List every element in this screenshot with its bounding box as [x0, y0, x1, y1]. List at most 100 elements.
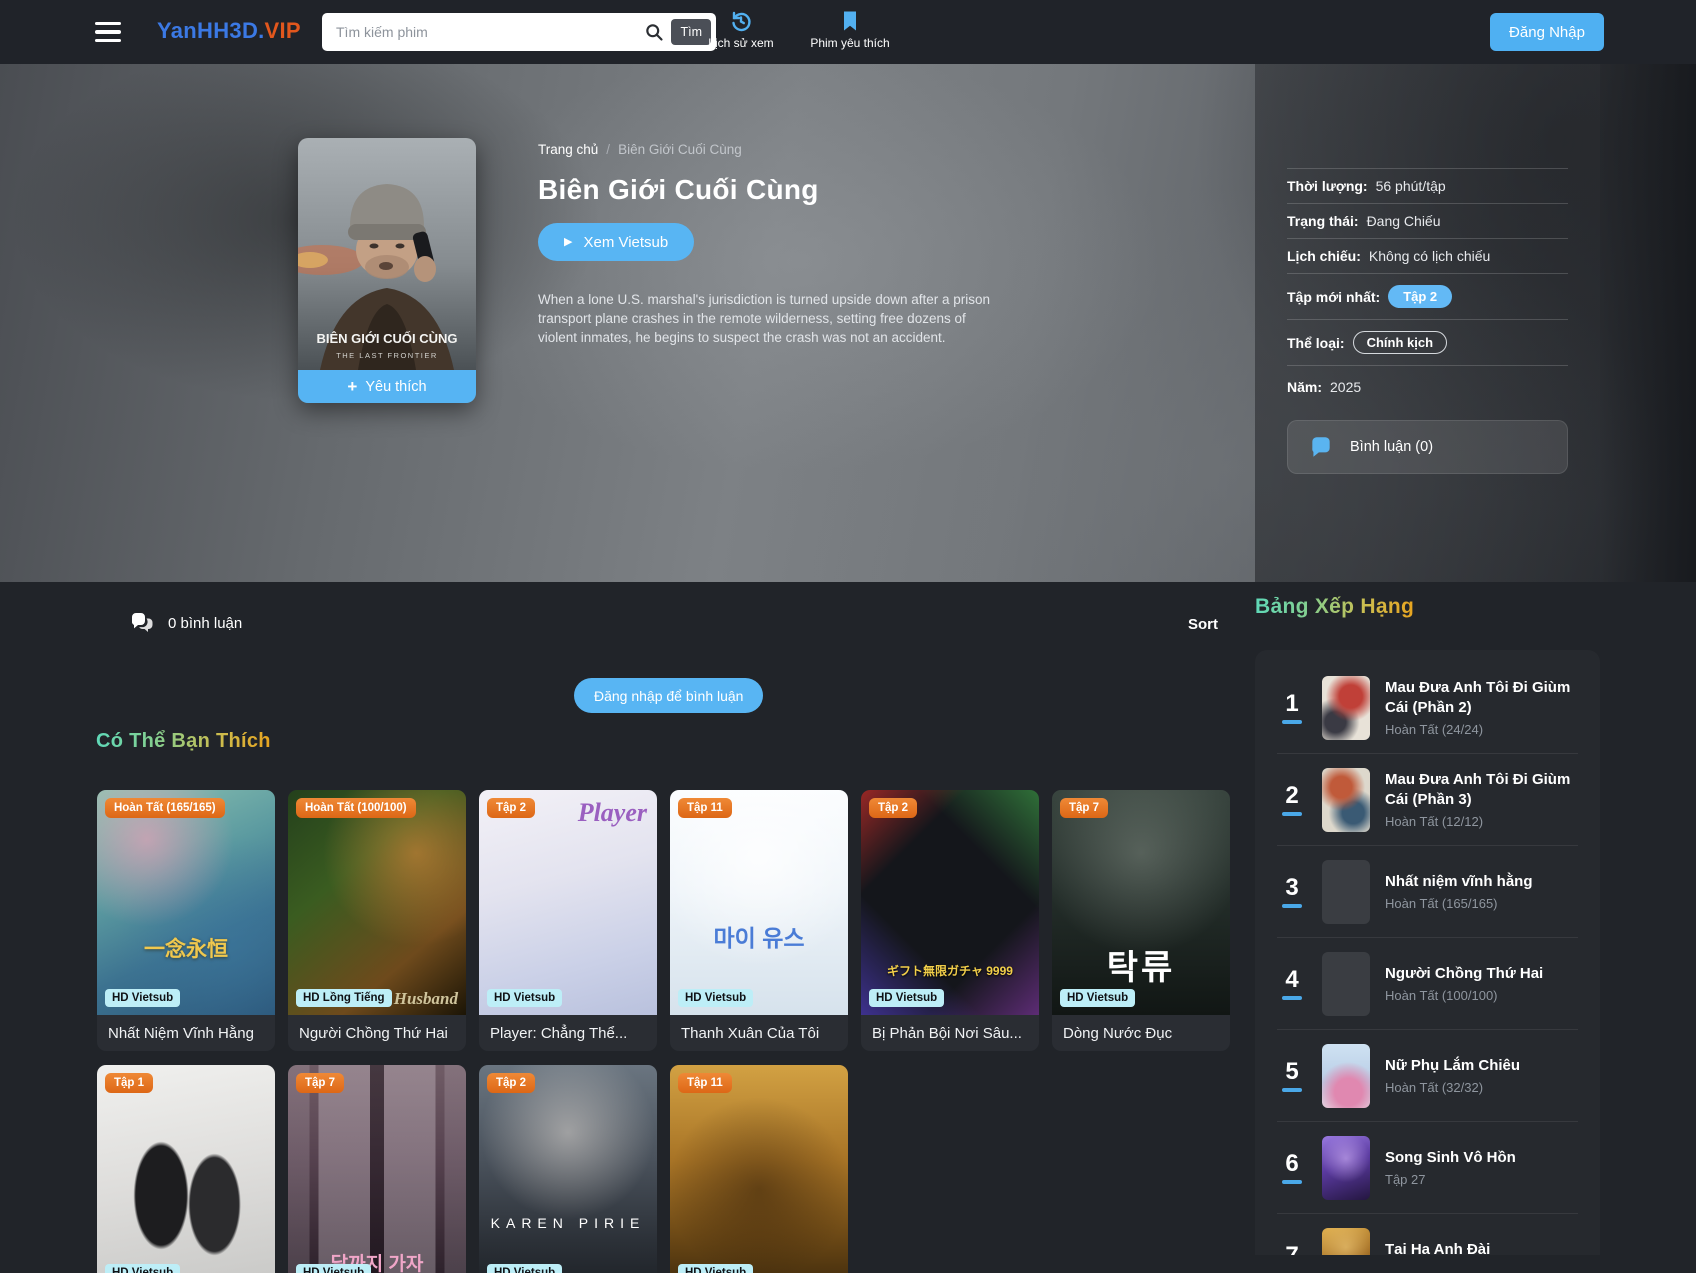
ranking-status: Hoàn Tất (32/32) — [1385, 1080, 1578, 1095]
ranking-title: Mau Đưa Anh Tôi Đi Giùm Cái (Phần 3) — [1385, 770, 1578, 809]
episode-badge: Tập 7 — [296, 1073, 344, 1093]
login-to-comment-button[interactable]: Đăng nhập để bình luận — [574, 678, 763, 713]
favorites-button[interactable]: Phim yêu thích — [800, 9, 900, 50]
movie-card[interactable]: Husband Hoàn Tất (100/100) HD Lồng Tiếng… — [288, 790, 466, 1051]
rank-underline — [1282, 996, 1302, 1000]
rank-underline — [1282, 1180, 1302, 1184]
breadcrumb-separator: / — [606, 142, 610, 157]
info-row-label: Trạng thái: — [1287, 213, 1359, 229]
movie-card[interactable]: 一念永恒 Hoàn Tất (165/165) HD Vietsub Nhất … — [97, 790, 275, 1051]
site-logo[interactable]: YanHH3D.VIP — [157, 18, 301, 44]
movie-card-poster: Tập 11 HD Vietsub — [670, 1065, 848, 1273]
movie-card-title: Dòng Nước Đục — [1052, 1015, 1230, 1051]
movie-card[interactable]: Tập 11 HD Vietsub — [670, 1065, 848, 1273]
rank-number: 6 — [1277, 1152, 1307, 1184]
movie-card[interactable]: KAREN PIRIE Tập 2 HD Vietsub — [479, 1065, 657, 1273]
movie-card[interactable]: Player Tập 2 HD Vietsub Player: Chẳng Th… — [479, 790, 657, 1051]
poster-title-text: BIÊN GIỚI CUỐI CÙNG — [316, 331, 457, 346]
movie-card-title: Người Chồng Thứ Hai — [288, 1015, 466, 1051]
quality-badge: HD Vietsub — [678, 1264, 753, 1273]
history-button[interactable]: Lịch sử xem — [705, 9, 777, 50]
ranking-item[interactable]: 1 Mau Đưa Anh Tôi Đi Giùm Cái (Phần 2) H… — [1277, 662, 1578, 754]
logo-text-secondary: VIP — [265, 18, 301, 43]
hero-info: Trang chủ / Biên Giới Cuối Cùng Biên Giớ… — [538, 142, 1098, 347]
movie-card[interactable]: 탁류 Tập 7 HD Vietsub Dòng Nước Đục — [1052, 790, 1230, 1051]
rank-number: 2 — [1277, 784, 1307, 816]
genre-row: Thể loại: Chính kịch — [1287, 320, 1568, 366]
poster-overlay-text: 마이 유스 — [670, 919, 848, 953]
history-icon — [729, 9, 753, 33]
episode-badge: Tập 11 — [678, 798, 732, 818]
movie-card[interactable]: ギフト無限ガチャ 9999 Tập 2 HD Vietsub Bị Phản B… — [861, 790, 1039, 1051]
history-label: Lịch sử xem — [708, 36, 773, 50]
latest-episode-badge[interactable]: Tập 2 — [1388, 285, 1452, 308]
movie-card-poster: 달까지 가자 Tập 7 HD Vietsub — [288, 1065, 466, 1273]
movie-poster[interactable]: BIÊN GIỚI CUỐI CÙNG THE LAST FRONTIER + … — [298, 138, 476, 403]
breadcrumb-home-link[interactable]: Trang chủ — [538, 142, 598, 157]
comments-button[interactable]: Bình luận (0) — [1287, 420, 1568, 474]
ranking-info: Người Chồng Thứ Hai Hoàn Tất (100/100) — [1385, 964, 1578, 1004]
favorite-button-label: Yêu thích — [365, 379, 426, 395]
ranking-item[interactable]: 4 Người Chồng Thứ Hai Hoàn Tất (100/100) — [1277, 938, 1578, 1030]
suggestions-heading: Có Thể Bạn Thích — [96, 730, 271, 753]
poster-overlay-text: Husband — [394, 989, 458, 1009]
episode-badge: Tập 2 — [487, 1073, 535, 1093]
ranking-info: Nữ Phụ Lắm Chiêu Hoàn Tất (32/32) — [1385, 1056, 1578, 1096]
ranking-panel: 1 Mau Đưa Anh Tôi Đi Giùm Cái (Phần 2) H… — [1255, 650, 1600, 1255]
bookmark-icon — [838, 9, 862, 33]
menu-icon[interactable] — [95, 22, 121, 42]
ranking-status: Hoàn Tất (24/24) — [1385, 722, 1578, 737]
episode-badge: Tập 2 — [487, 798, 535, 818]
watch-button[interactable]: ▶ Xem Vietsub — [538, 223, 694, 261]
ranking-info: Nhất niệm vĩnh hằng Hoàn Tất (165/165) — [1385, 872, 1578, 912]
ranking-item[interactable]: 6 Song Sinh Vô Hồn Tập 27 — [1277, 1122, 1578, 1214]
info-row-value: Không có lịch chiếu — [1369, 248, 1490, 264]
episode-badge: Tập 2 — [869, 798, 917, 818]
favorites-label: Phim yêu thích — [810, 36, 889, 50]
ranking-status: Hoàn Tất (12/12) — [1385, 814, 1578, 829]
rank-number: 5 — [1277, 1060, 1307, 1092]
ranking-item[interactable]: 2 Mau Đưa Anh Tôi Đi Giùm Cái (Phần 3) H… — [1277, 754, 1578, 846]
genre-badge[interactable]: Chính kịch — [1353, 331, 1447, 354]
movie-card[interactable]: 마이 유스 Tập 11 HD Vietsub Thanh Xuân Của T… — [670, 790, 848, 1051]
breadcrumb: Trang chủ / Biên Giới Cuối Cùng — [538, 142, 1098, 157]
movie-card[interactable]: Tập 1 HD Vietsub — [97, 1065, 275, 1273]
search-input[interactable] — [336, 24, 640, 40]
search-icon[interactable] — [644, 22, 664, 42]
info-row: Trạng thái: Đang Chiếu — [1287, 204, 1568, 239]
ranking-title: Nữ Phụ Lắm Chiêu — [1385, 1056, 1578, 1076]
login-button[interactable]: Đăng Nhập — [1490, 13, 1604, 51]
ranking-title: Nhất niệm vĩnh hằng — [1385, 872, 1578, 892]
quality-badge: HD Vietsub — [105, 989, 180, 1007]
ranking-item[interactable]: 7 Tại Hạ Anh Đài Hoàn Tất (12/12) — [1277, 1214, 1578, 1255]
movie-card-title: Thanh Xuân Của Tôi — [670, 1015, 848, 1051]
ranking-thumbnail — [1322, 1044, 1370, 1108]
episode-badge: Hoàn Tất (165/165) — [105, 798, 225, 818]
ranking-item[interactable]: 5 Nữ Phụ Lắm Chiêu Hoàn Tất (32/32) — [1277, 1030, 1578, 1122]
quality-badge: HD Vietsub — [678, 989, 753, 1007]
rank-underline — [1282, 904, 1302, 908]
movie-card-poster: 一念永恒 Hoàn Tất (165/165) HD Vietsub — [97, 790, 275, 1015]
favorite-button[interactable]: + Yêu thích — [298, 370, 476, 403]
ranking-item[interactable]: 3 Nhất niệm vĩnh hằng Hoàn Tất (165/165) — [1277, 846, 1578, 938]
ranking-info: Song Sinh Vô Hồn Tập 27 — [1385, 1148, 1578, 1188]
quality-badge: HD Vietsub — [296, 1264, 371, 1273]
ranking-title: Mau Đưa Anh Tôi Đi Giùm Cái (Phần 2) — [1385, 678, 1578, 717]
movie-card-poster: 마이 유스 Tập 11 HD Vietsub — [670, 790, 848, 1015]
main-content: 0 bình luận Sort Đăng nhập để bình luận … — [0, 582, 1696, 1273]
sort-button[interactable]: Sort — [1188, 616, 1218, 633]
movie-card-poster: Tập 1 HD Vietsub — [97, 1065, 275, 1273]
page-title: Biên Giới Cuối Cùng — [538, 174, 1098, 206]
poster-overlay-text: 탁류 — [1052, 940, 1230, 989]
movie-card[interactable]: 달까지 가자 Tập 7 HD Vietsub — [288, 1065, 466, 1273]
episode-badge: Tập 1 — [105, 1073, 153, 1093]
ranking-status: Hoàn Tất (100/100) — [1385, 988, 1578, 1003]
ranking-title: Tại Hạ Anh Đài — [1385, 1240, 1578, 1255]
genre-label: Thể loại: — [1287, 335, 1345, 351]
movie-description: When a lone U.S. marshal's jurisdiction … — [538, 290, 1008, 347]
year-value: 2025 — [1330, 379, 1361, 395]
movie-card-title: Nhất Niệm Vĩnh Hằng — [97, 1015, 275, 1051]
poster-overlay-text: 一念永恒 — [97, 933, 275, 963]
info-row-value: 56 phút/tập — [1376, 178, 1446, 194]
rank-number: 7 — [1277, 1244, 1307, 1255]
